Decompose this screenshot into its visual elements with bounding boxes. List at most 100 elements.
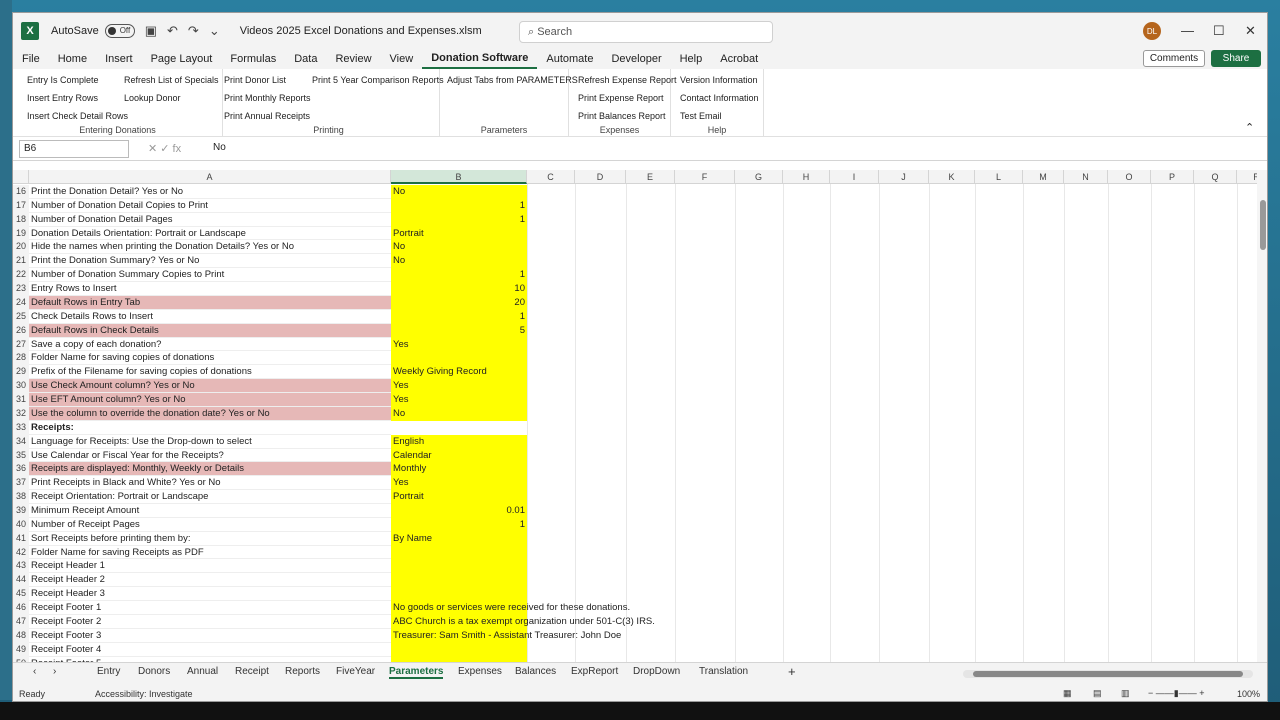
column-header-l[interactable]: L	[975, 170, 1023, 184]
save-icon[interactable]: ▣	[145, 23, 157, 39]
customize-qat-icon[interactable]: ⌄	[209, 23, 220, 39]
column-header-m[interactable]: M	[1023, 170, 1064, 184]
cell-b[interactable]: No	[391, 185, 527, 199]
row-number[interactable]: 43	[13, 559, 29, 574]
column-header-a[interactable]: A	[29, 170, 391, 184]
sheet-tab-donors[interactable]: Donors	[138, 666, 170, 677]
sheet-tab-fiveyear[interactable]: FiveYear	[336, 666, 375, 677]
menu-acrobat[interactable]: Acrobat	[711, 53, 767, 65]
menu-home[interactable]: Home	[49, 53, 96, 65]
zoom-level[interactable]: 100%	[1237, 689, 1260, 699]
row-number[interactable]: 25	[13, 309, 29, 324]
cell-a[interactable]: Number of Receipt Pages	[29, 518, 391, 532]
row-number[interactable]: 18	[13, 212, 29, 227]
cell-a[interactable]: Receipt Footer 3	[29, 629, 391, 643]
menu-file[interactable]: File	[13, 53, 49, 65]
collapse-ribbon-icon[interactable]: ⌃	[1245, 121, 1254, 134]
row-number[interactable]: 38	[13, 490, 29, 504]
cell-b[interactable]	[391, 573, 527, 588]
row-number[interactable]: 32	[13, 406, 29, 421]
cell-b[interactable]: Portrait	[391, 226, 527, 241]
column-header-i[interactable]: I	[830, 170, 879, 184]
cell-a[interactable]: Use EFT Amount column? Yes or No	[29, 393, 391, 407]
row-number[interactable]: 45	[13, 587, 29, 602]
sheet-tab-dropdown[interactable]: DropDown	[633, 666, 680, 677]
lookup-donor-button[interactable]: Lookup Donor	[124, 93, 181, 103]
cell-b[interactable]: No goods or services were received for t…	[391, 601, 630, 615]
cell-a[interactable]: Folder Name for saving Receipts as PDF	[29, 546, 391, 560]
row-number[interactable]: 49	[13, 642, 29, 657]
adjust-tabs-button[interactable]: Adjust Tabs from PARAMETERS	[447, 75, 578, 85]
cell-b[interactable]	[391, 642, 527, 657]
cell-b[interactable]: Yes	[391, 337, 527, 352]
column-header-g[interactable]: G	[735, 170, 783, 184]
vertical-scrollbar[interactable]	[1257, 170, 1267, 662]
sheet-tab-parameters[interactable]: Parameters	[389, 666, 444, 679]
horizontal-scrollbar[interactable]	[963, 670, 1253, 678]
sheet-tab-balances[interactable]: Balances	[515, 666, 556, 677]
row-number[interactable]: 34	[13, 434, 29, 449]
cell-b[interactable]: Yes	[391, 379, 527, 394]
column-header-f[interactable]: F	[675, 170, 735, 184]
row-number[interactable]: 37	[13, 476, 29, 491]
page-break-icon[interactable]: ▥	[1121, 688, 1130, 699]
cell-a[interactable]: Prefix of the Filename for saving copies…	[29, 365, 391, 380]
cell-b[interactable]: Monthly	[391, 462, 527, 477]
cell-b[interactable]: 1	[391, 268, 527, 283]
cell-b[interactable]: 5	[391, 323, 527, 338]
row-number[interactable]: 48	[13, 628, 29, 643]
cell-b[interactable]: ABC Church is a tax exempt organization …	[391, 614, 655, 629]
print-balances-button[interactable]: Print Balances Report	[578, 111, 666, 121]
menu-donation-software[interactable]: Donation Software	[422, 49, 538, 69]
next-sheet-icon[interactable]: ›	[53, 666, 56, 677]
row-number[interactable]: 24	[13, 295, 29, 310]
cell-b[interactable]: 1	[391, 309, 527, 324]
cell-a[interactable]: Use Check Amount column? Yes or No	[29, 379, 391, 394]
menu-help[interactable]: Help	[671, 53, 712, 65]
normal-view-icon[interactable]: ▦	[1063, 688, 1072, 699]
menu-insert[interactable]: Insert	[96, 53, 142, 65]
formula-input[interactable]: No	[213, 142, 226, 153]
cell-a[interactable]: Use the column to override the donation …	[29, 406, 391, 421]
row-number[interactable]: 23	[13, 282, 29, 296]
accessibility-status[interactable]: Accessibility: Investigate	[95, 689, 193, 699]
column-header-b[interactable]: B	[391, 170, 527, 184]
add-sheet-icon[interactable]: +	[788, 664, 796, 679]
prev-sheet-icon[interactable]: ‹	[33, 666, 36, 677]
column-header-n[interactable]: N	[1064, 170, 1108, 184]
row-number[interactable]: 41	[13, 531, 29, 546]
cell-a[interactable]: Receipt Orientation: Portrait or Landsca…	[29, 490, 391, 504]
cell-a[interactable]: Entry Rows to Insert	[29, 282, 391, 296]
insert-check-rows-button[interactable]: Insert Check Detail Rows	[27, 111, 128, 121]
cell-b[interactable]: 10	[391, 282, 527, 296]
minimize-icon[interactable]: —	[1181, 23, 1194, 38]
cell-a[interactable]: Hide the names when printing the Donatio…	[29, 240, 391, 255]
page-layout-icon[interactable]: ▤	[1093, 688, 1102, 699]
comments-button[interactable]: Comments	[1143, 50, 1205, 67]
cell-a[interactable]: Number of Donation Detail Copies to Prin…	[29, 199, 391, 213]
redo-icon[interactable]: ↷	[188, 23, 199, 39]
row-number[interactable]: 44	[13, 573, 29, 588]
row-number[interactable]: 29	[13, 365, 29, 380]
cell-a[interactable]: Sort Receipts before printing them by:	[29, 532, 391, 546]
row-number[interactable]: 16	[13, 185, 29, 199]
undo-icon[interactable]: ↶	[167, 23, 178, 39]
cell-a[interactable]: Receipt Header 3	[29, 587, 391, 602]
cell-a[interactable]: Receipts are displayed: Monthly, Weekly …	[29, 462, 391, 477]
search-box[interactable]: ⌕ Search	[519, 21, 773, 43]
cell-b[interactable]: Weekly Giving Record	[391, 365, 527, 380]
horizontal-scroll-thumb[interactable]	[973, 671, 1243, 677]
cell-a[interactable]: Receipt Footer 1	[29, 601, 391, 615]
row-number[interactable]: 27	[13, 337, 29, 352]
menu-view[interactable]: View	[381, 53, 423, 65]
column-header-d[interactable]: D	[575, 170, 626, 184]
menu-data[interactable]: Data	[285, 53, 326, 65]
menu-page-layout[interactable]: Page Layout	[142, 53, 222, 65]
menu-automate[interactable]: Automate	[537, 53, 602, 65]
sheet-tab-expreport[interactable]: ExpReport	[571, 666, 618, 677]
cell-b[interactable]: 20	[391, 295, 527, 310]
sheet-tab-reports[interactable]: Reports	[285, 666, 320, 677]
row-number[interactable]: 47	[13, 614, 29, 629]
menu-review[interactable]: Review	[326, 53, 380, 65]
refresh-expense-button[interactable]: Refresh Expense Report	[578, 75, 677, 85]
